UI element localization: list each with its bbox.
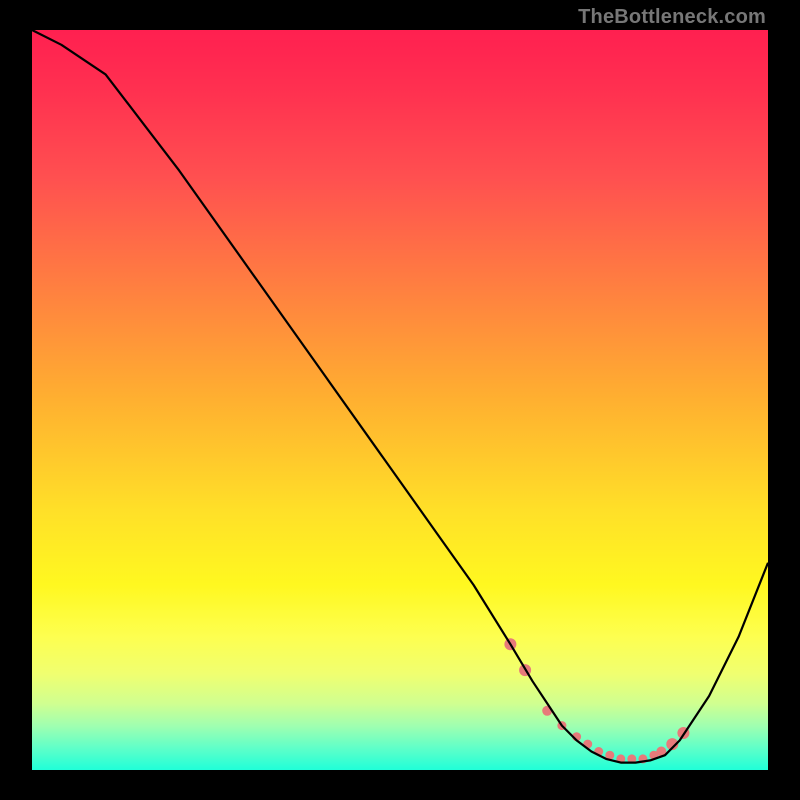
watermark-text: TheBottleneck.com — [578, 6, 766, 29]
chart-frame — [32, 30, 768, 770]
bottleneck-curve — [32, 30, 768, 763]
marker-dots — [504, 638, 689, 763]
chart-svg — [32, 30, 768, 770]
